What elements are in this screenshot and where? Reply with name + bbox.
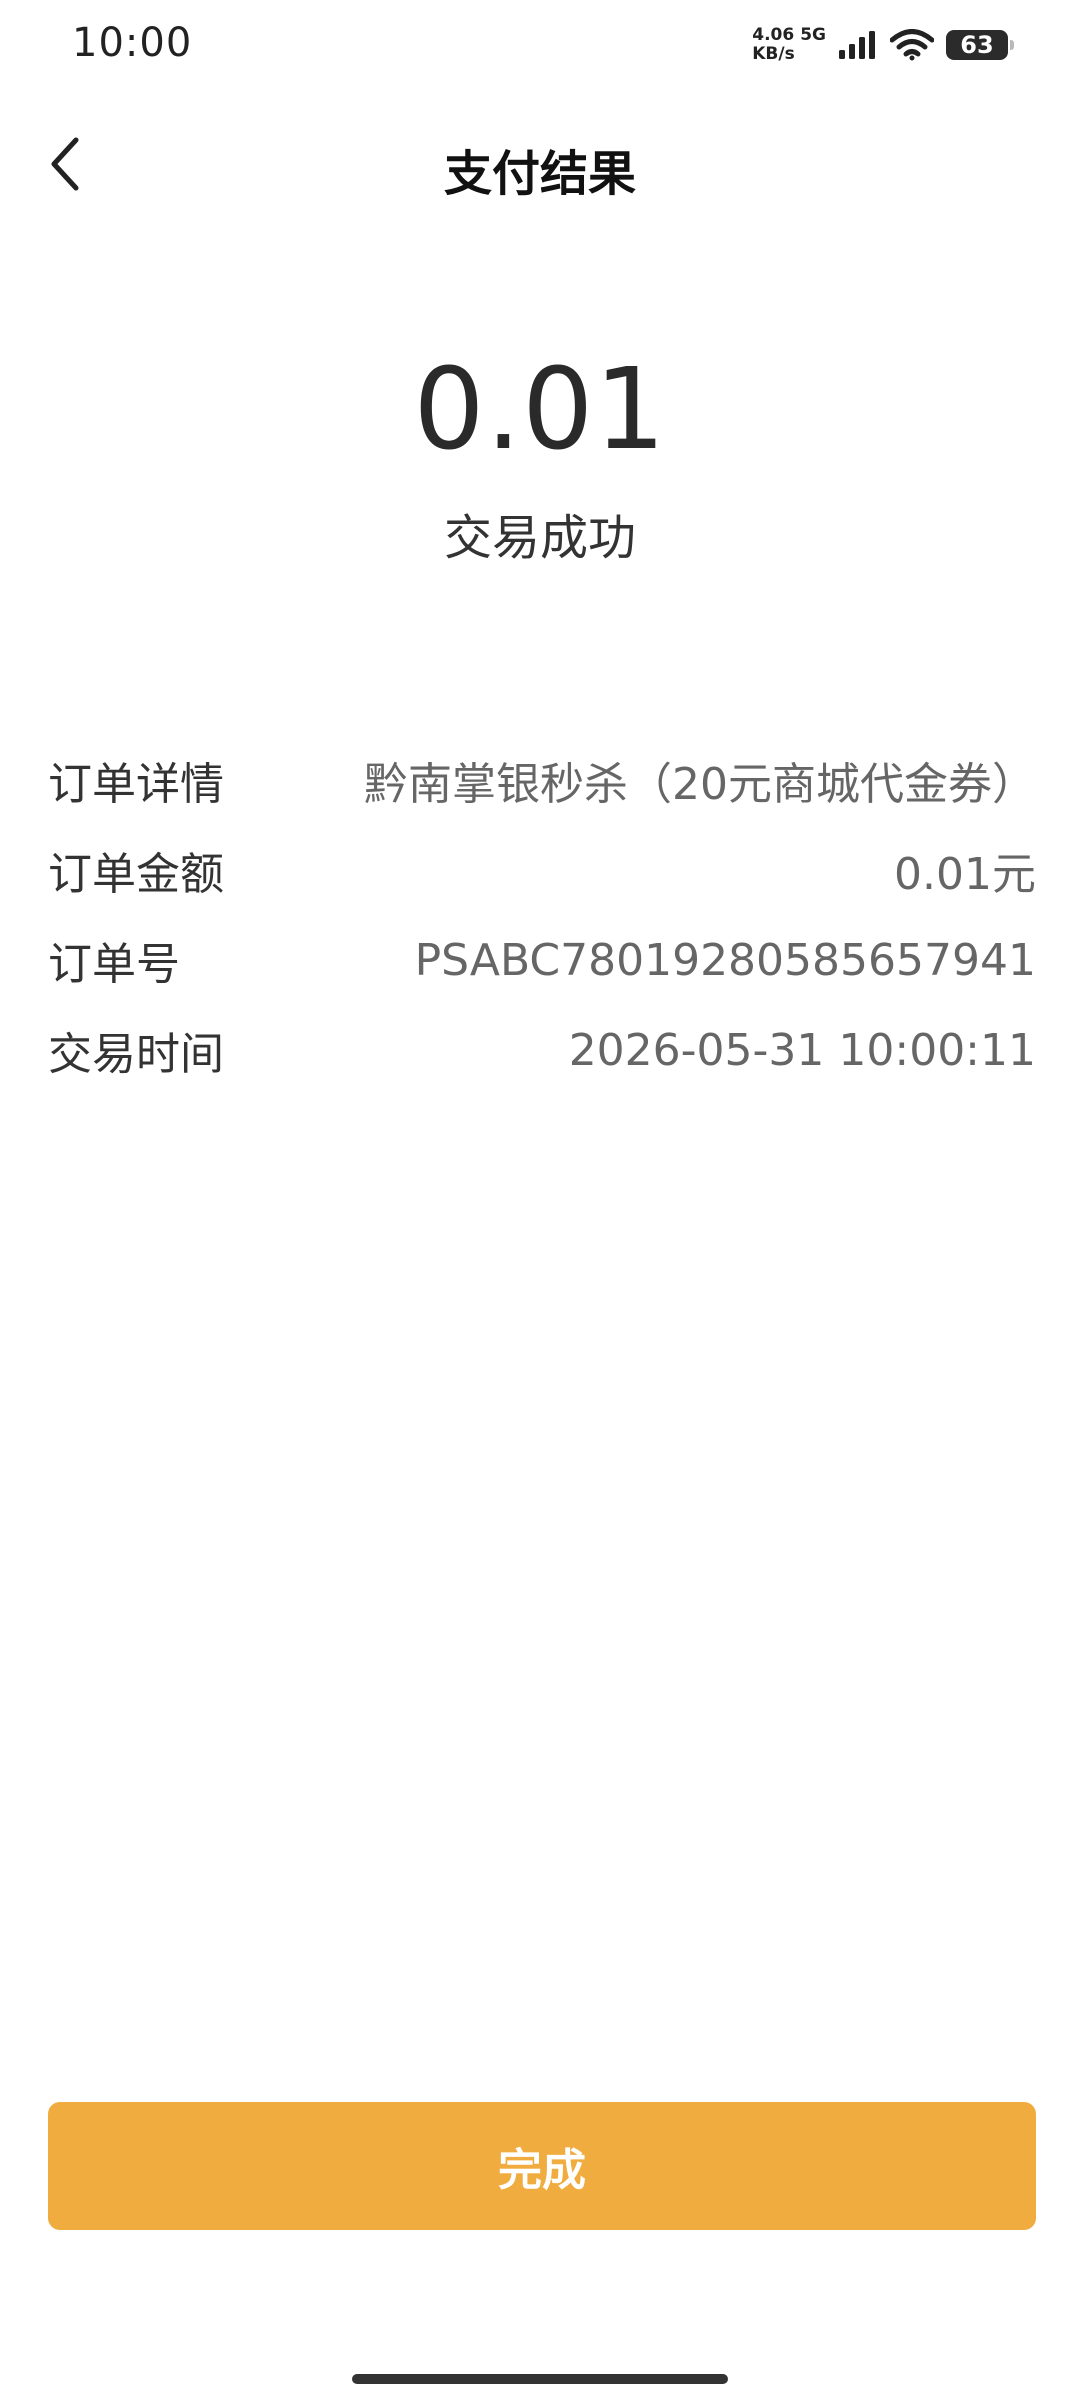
net-speed-unit: KB/s [752, 44, 795, 64]
detail-label: 交易时间 [48, 1029, 224, 1080]
battery-level: 63 [960, 31, 994, 59]
nav-bar: 支付结果 [0, 110, 1080, 220]
detail-value: 0.01元 [894, 849, 1036, 900]
detail-value: 黔南掌银秒杀（20元商城代金券） [364, 759, 1036, 810]
detail-row-order-info: 订单详情 黔南掌银秒杀（20元商城代金券） [48, 735, 1036, 825]
detail-row-transaction-time: 交易时间 2026-05-31 10:00:11 [48, 1005, 1036, 1095]
status-indicators: 4.06 5G KB/s 63 [752, 22, 1014, 68]
wifi-icon [890, 29, 934, 61]
order-details: 订单详情 黔南掌银秒杀（20元商城代金券） 订单金额 0.01元 订单号 PSA… [48, 735, 1036, 1095]
detail-value: 2026-05-31 10:00:11 [568, 1024, 1036, 1076]
battery-icon: 63 [946, 30, 1014, 60]
net-type: 5G [800, 25, 826, 45]
signal-icon [839, 31, 875, 59]
net-speed-value: 4.06 [752, 25, 795, 45]
payment-amount: 0.01 [413, 345, 667, 475]
detail-label: 订单号 [48, 939, 180, 990]
detail-value: PSABC78019280585657941 [414, 934, 1036, 986]
detail-row-order-amount: 订单金额 0.01元 [48, 825, 1036, 915]
status-time: 10:00 [72, 20, 193, 66]
page-title: 支付结果 [443, 146, 636, 202]
done-button-label: 完成 [498, 2145, 586, 2196]
detail-label: 订单金额 [48, 849, 224, 900]
detail-label: 订单详情 [48, 759, 224, 810]
home-indicator[interactable] [352, 2374, 728, 2384]
network-speed: 4.06 5G KB/s [752, 26, 826, 64]
transaction-status: 交易成功 [443, 510, 636, 566]
done-button[interactable]: 完成 [48, 2102, 1036, 2230]
status-bar: 10:00 4.06 5G KB/s 63 [0, 0, 1080, 92]
detail-row-order-number: 订单号 PSABC78019280585657941 [48, 915, 1036, 1005]
